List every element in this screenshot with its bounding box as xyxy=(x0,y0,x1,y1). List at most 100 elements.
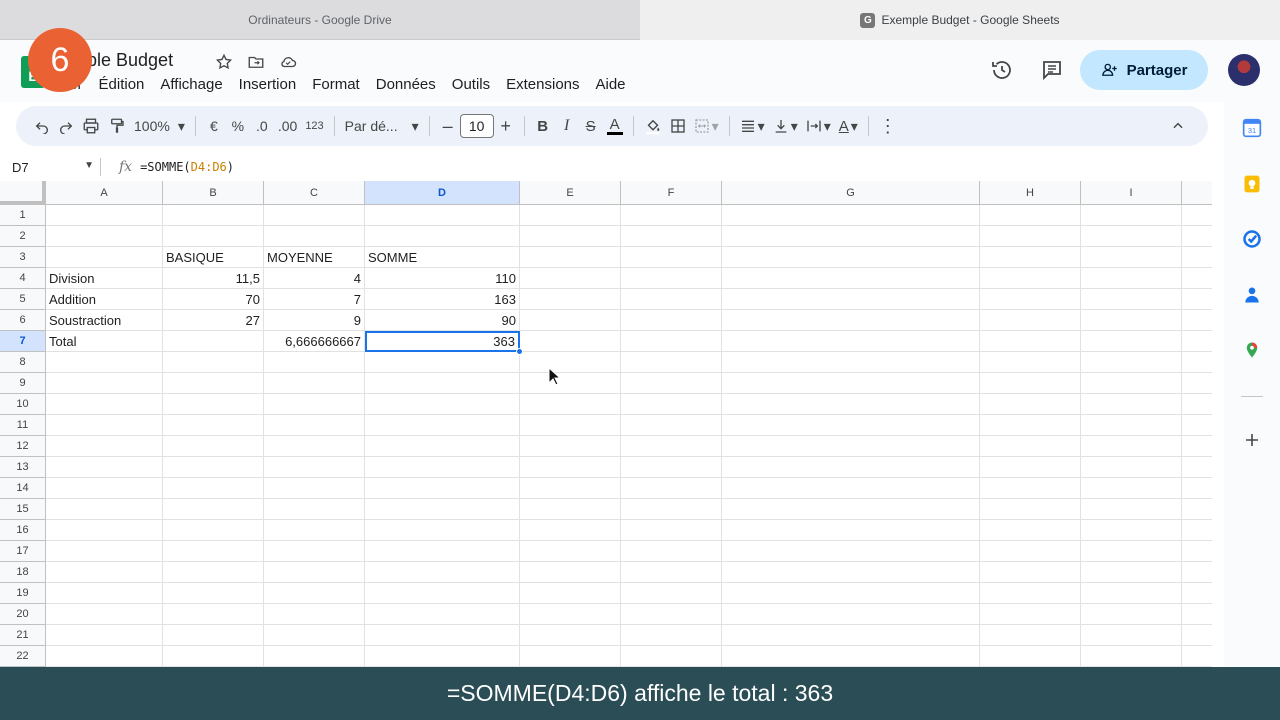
cell-i7[interactable] xyxy=(1081,331,1182,352)
cell-b19[interactable] xyxy=(163,583,264,604)
version-history-icon[interactable] xyxy=(990,58,1014,82)
cell-j12[interactable] xyxy=(1182,436,1212,457)
cell-i6[interactable] xyxy=(1081,310,1182,331)
cell-a8[interactable] xyxy=(46,352,163,373)
column-header-g[interactable]: G xyxy=(722,181,980,205)
cell-j6[interactable] xyxy=(1182,310,1212,331)
cell-b8[interactable] xyxy=(163,352,264,373)
cell-g4[interactable] xyxy=(722,268,980,289)
cell-i8[interactable] xyxy=(1081,352,1182,373)
font-size-input[interactable]: 10 xyxy=(459,114,494,138)
cell-i19[interactable] xyxy=(1081,583,1182,604)
merge-cells-icon[interactable]: ▾ xyxy=(690,112,723,140)
cell-b14[interactable] xyxy=(163,478,264,499)
decrease-decimals-button[interactable]: .0 xyxy=(250,112,274,140)
bold-button[interactable]: B xyxy=(531,112,555,140)
cell-j3[interactable] xyxy=(1182,247,1212,268)
cell-b20[interactable] xyxy=(163,604,264,625)
cell-f14[interactable] xyxy=(621,478,722,499)
cell-g13[interactable] xyxy=(722,457,980,478)
cell-f13[interactable] xyxy=(621,457,722,478)
column-header-a[interactable]: A xyxy=(46,181,163,205)
cell-c3[interactable]: MOYENNE xyxy=(264,247,365,268)
cell-e20[interactable] xyxy=(520,604,621,625)
cell-a20[interactable] xyxy=(46,604,163,625)
menu-extensions[interactable]: Extensions xyxy=(506,76,579,93)
formula-input[interactable]: =SOMME(D4:D6) xyxy=(140,160,234,174)
zoom-select[interactable]: 100% ▾ xyxy=(130,112,189,140)
cell-f2[interactable] xyxy=(621,226,722,247)
cell-c17[interactable] xyxy=(264,541,365,562)
cell-b13[interactable] xyxy=(163,457,264,478)
cell-d17[interactable] xyxy=(365,541,520,562)
text-wrap-icon[interactable]: ▾ xyxy=(802,112,835,140)
cell-a22[interactable] xyxy=(46,646,163,667)
cell-e1[interactable] xyxy=(520,205,621,226)
cell-h5[interactable] xyxy=(980,289,1081,310)
cloud-saved-icon[interactable] xyxy=(278,52,298,72)
cell-a5[interactable]: Addition xyxy=(46,289,163,310)
cell-a6[interactable]: Soustraction xyxy=(46,310,163,331)
cell-c16[interactable] xyxy=(264,520,365,541)
borders-icon[interactable] xyxy=(666,112,690,140)
cell-i18[interactable] xyxy=(1081,562,1182,583)
row-header-16[interactable]: 16 xyxy=(0,520,46,541)
cell-b17[interactable] xyxy=(163,541,264,562)
cell-c9[interactable] xyxy=(264,373,365,394)
cell-j4[interactable] xyxy=(1182,268,1212,289)
cell-d10[interactable] xyxy=(365,394,520,415)
cell-f17[interactable] xyxy=(621,541,722,562)
cell-a1[interactable] xyxy=(46,205,163,226)
cell-f7[interactable] xyxy=(621,331,722,352)
cell-d21[interactable] xyxy=(365,625,520,646)
collapse-toolbar-icon[interactable] xyxy=(1166,112,1190,140)
cell-d19[interactable] xyxy=(365,583,520,604)
fill-color-icon[interactable] xyxy=(640,112,666,140)
cell-h18[interactable] xyxy=(980,562,1081,583)
cell-b21[interactable] xyxy=(163,625,264,646)
font-size-increase-icon[interactable]: + xyxy=(494,112,518,140)
row-header-19[interactable]: 19 xyxy=(0,583,46,604)
cell-b11[interactable] xyxy=(163,415,264,436)
cell-i4[interactable] xyxy=(1081,268,1182,289)
cell-e22[interactable] xyxy=(520,646,621,667)
cell-c13[interactable] xyxy=(264,457,365,478)
row-header-10[interactable]: 10 xyxy=(0,394,46,415)
cell-i22[interactable] xyxy=(1081,646,1182,667)
cell-b22[interactable] xyxy=(163,646,264,667)
cell-f20[interactable] xyxy=(621,604,722,625)
row-header-15[interactable]: 15 xyxy=(0,499,46,520)
cell-e19[interactable] xyxy=(520,583,621,604)
cell-i3[interactable] xyxy=(1081,247,1182,268)
column-header-c[interactable]: C xyxy=(264,181,365,205)
cell-h9[interactable] xyxy=(980,373,1081,394)
menu-data[interactable]: Données xyxy=(376,76,436,93)
keep-icon[interactable] xyxy=(1242,174,1262,194)
row-header-18[interactable]: 18 xyxy=(0,562,46,583)
cell-h12[interactable] xyxy=(980,436,1081,457)
cell-j19[interactable] xyxy=(1182,583,1212,604)
cell-e2[interactable] xyxy=(520,226,621,247)
menu-format[interactable]: Format xyxy=(312,76,360,93)
cell-c4[interactable]: 4 xyxy=(264,268,365,289)
column-header-i[interactable]: I xyxy=(1081,181,1182,205)
cell-j11[interactable] xyxy=(1182,415,1212,436)
cell-d16[interactable] xyxy=(365,520,520,541)
increase-decimals-button[interactable]: .00 xyxy=(274,112,301,140)
cell-f19[interactable] xyxy=(621,583,722,604)
cell-a7[interactable]: Total xyxy=(46,331,163,352)
cell-b18[interactable] xyxy=(163,562,264,583)
cell-d12[interactable] xyxy=(365,436,520,457)
undo-icon[interactable] xyxy=(30,112,54,140)
calendar-icon[interactable]: 31 xyxy=(1242,118,1262,138)
cell-f18[interactable] xyxy=(621,562,722,583)
cell-f1[interactable] xyxy=(621,205,722,226)
cell-c15[interactable] xyxy=(264,499,365,520)
cell-h13[interactable] xyxy=(980,457,1081,478)
cell-h20[interactable] xyxy=(980,604,1081,625)
column-header-e[interactable]: E xyxy=(520,181,621,205)
cell-f21[interactable] xyxy=(621,625,722,646)
row-header-8[interactable]: 8 xyxy=(0,352,46,373)
cell-e6[interactable] xyxy=(520,310,621,331)
cell-f15[interactable] xyxy=(621,499,722,520)
